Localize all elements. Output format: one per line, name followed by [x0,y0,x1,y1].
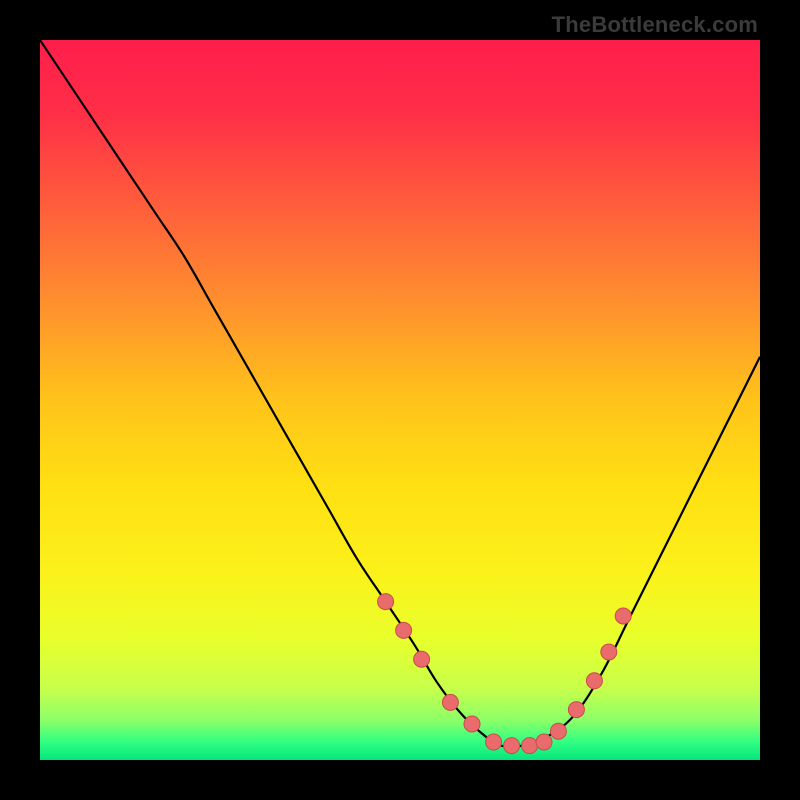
highlight-marker [464,716,480,732]
highlight-marker [586,673,602,689]
highlight-marker [414,651,430,667]
highlight-marker [486,734,502,750]
highlight-marker [601,644,617,660]
plot-area [40,40,760,760]
watermark-label: TheBottleneck.com [552,12,758,38]
highlight-marker [522,738,538,754]
highlight-marker [568,702,584,718]
highlight-marker [536,734,552,750]
bottleneck-curve [40,40,760,747]
highlight-marker [550,723,566,739]
highlight-marker [504,738,520,754]
highlight-marker [615,608,631,624]
curve-layer [40,40,760,760]
highlight-marker [378,594,394,610]
highlight-marker [396,622,412,638]
highlight-markers [378,594,632,754]
chart-stage: TheBottleneck.com [0,0,800,800]
highlight-marker [442,694,458,710]
